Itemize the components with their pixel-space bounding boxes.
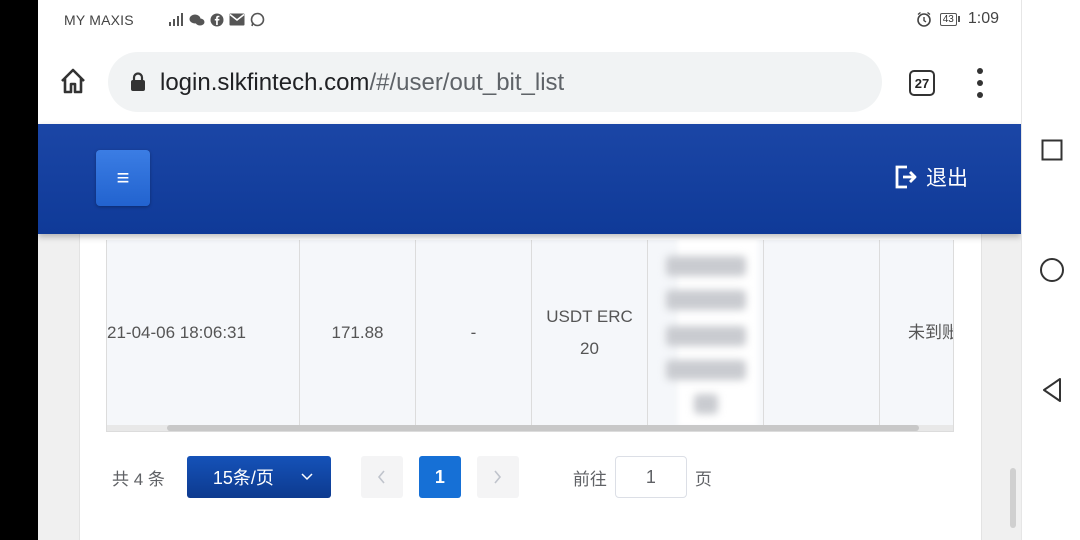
chevron-down-icon <box>301 473 313 481</box>
home-icon <box>61 68 85 94</box>
url-path: /#/user/out_bit_list <box>369 69 565 96</box>
main-content: 21-04-06 18:06:31 171.88 - USDT ERC 20 未… <box>38 234 1021 540</box>
browser-toolbar: login.slkfintech.com/#/user/out_bit_list… <box>38 40 1021 124</box>
browser-menu-button[interactable] <box>976 68 984 98</box>
hamburger-icon: ≡ <box>116 165 130 190</box>
system-nav-bar <box>1021 0 1080 540</box>
redacted-text-line <box>666 360 746 380</box>
signal-icon <box>169 12 183 26</box>
device-bezel <box>0 0 38 540</box>
back-button[interactable] <box>1039 377 1065 403</box>
goto-page-input[interactable]: 1 <box>614 456 687 498</box>
redacted-text-line <box>694 394 718 414</box>
chevron-right-icon <box>494 470 502 484</box>
facebook-icon <box>210 13 224 26</box>
lock-icon <box>131 72 145 91</box>
coin-type-line1: USDT ERC <box>546 307 633 326</box>
chevron-left-icon <box>378 470 386 484</box>
goto-suffix: 页 <box>694 469 712 489</box>
coin-type-line2: 20 <box>580 339 599 358</box>
cell-time: 21-04-06 18:06:31 <box>107 240 300 426</box>
total-count: 共 4 条 <box>112 469 165 489</box>
address-bar[interactable]: login.slkfintech.com/#/user/out_bit_list <box>108 52 882 112</box>
next-page-button[interactable] <box>476 456 519 498</box>
menu-toggle-button[interactable]: ≡ <box>96 150 150 206</box>
back-triangle-icon <box>1043 378 1061 402</box>
notification-icons <box>168 12 265 27</box>
recents-button[interactable] <box>1039 137 1065 163</box>
square-icon <box>1041 139 1063 161</box>
battery-indicator: 43 <box>939 12 960 26</box>
tab-switcher-button[interactable]: 27 <box>909 70 935 96</box>
logout-label: 退出 <box>926 167 968 190</box>
mail-icon <box>229 13 245 26</box>
status-right: 43 1:09 <box>916 10 999 28</box>
app-header: ≡ 退出 <box>38 124 1021 234</box>
withdraw-list-card: 21-04-06 18:06:31 171.88 - USDT ERC 20 未… <box>79 234 982 540</box>
logout-icon <box>895 165 917 189</box>
clock: 1:09 <box>967 10 999 27</box>
carrier-label: MY MAXIS <box>64 12 134 28</box>
wechat-icon <box>189 14 205 25</box>
home-button[interactable] <box>58 66 88 96</box>
alarm-icon <box>916 11 931 27</box>
table-horizontal-scrollbar[interactable] <box>107 425 953 431</box>
prev-page-button[interactable] <box>360 456 403 498</box>
redacted-text-line <box>666 256 746 276</box>
status-bar: MY MAXIS 43 1:09 <box>38 0 1021 40</box>
cell-empty <box>764 240 880 426</box>
battery-level: 43 <box>939 12 957 26</box>
page-vertical-scrollbar[interactable] <box>1010 468 1016 528</box>
redacted-text-line <box>666 326 746 346</box>
page-size-value: 15条/页 <box>212 468 274 488</box>
cell-fee: - <box>416 240 532 426</box>
page-size-select[interactable]: 15条/页 <box>186 456 331 498</box>
whatsapp-icon <box>250 12 265 27</box>
cell-status: 未到账 <box>880 240 954 426</box>
cell-address-redacted <box>648 240 764 426</box>
withdraw-table: 21-04-06 18:06:31 171.88 - USDT ERC 20 未… <box>106 240 954 432</box>
status-text: 未到账 <box>908 323 954 342</box>
home-nav-button[interactable] <box>1039 257 1065 283</box>
page-number-button[interactable]: 1 <box>418 456 461 498</box>
redacted-text-line <box>666 290 746 310</box>
circle-icon <box>1040 258 1064 282</box>
cell-amount: 171.88 <box>300 240 416 426</box>
url-host: login.slkfintech.com <box>160 69 370 96</box>
url-text: login.slkfintech.com/#/user/out_bit_list <box>160 69 564 97</box>
cell-coin-type: USDT ERC 20 <box>532 240 648 426</box>
phone-screen: MY MAXIS 43 1:09 login.slkfintech.com/#/… <box>38 0 1021 540</box>
logout-button[interactable]: 退出 <box>894 162 968 192</box>
pagination: 共 4 条 15条/页 1 前往 1 页 <box>112 456 712 498</box>
goto-label: 前往 <box>572 469 607 489</box>
scrollbar-thumb[interactable] <box>167 425 919 431</box>
